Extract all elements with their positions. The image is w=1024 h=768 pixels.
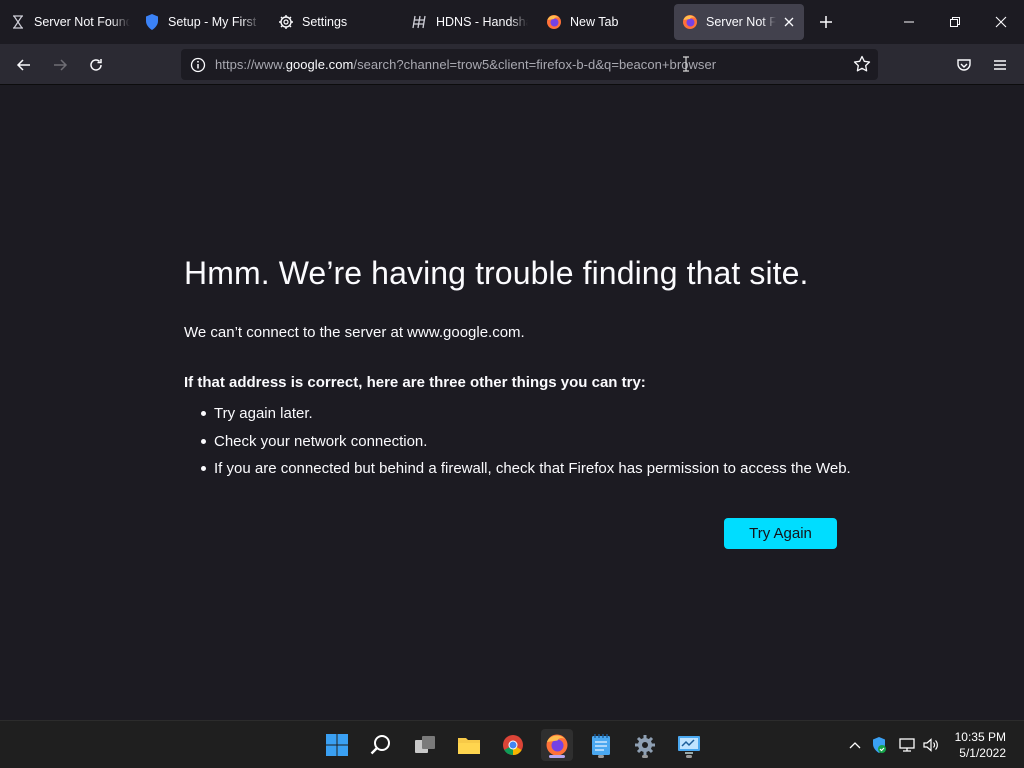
reload-icon	[90, 59, 102, 71]
list-item: Check your network connection.	[184, 433, 884, 461]
tab-setup[interactable]: Setup - My First C	[144, 4, 260, 40]
close-window-button[interactable]	[986, 8, 1016, 36]
settings-icon[interactable]	[629, 729, 661, 761]
file-explorer-icon[interactable]	[453, 729, 485, 761]
tab-new-tab[interactable]: New Tab	[546, 4, 666, 40]
reload-button[interactable]	[82, 52, 110, 78]
firefox-icon	[546, 14, 562, 30]
error-page: Hmm. We’re having trouble finding that s…	[184, 250, 884, 488]
tab-label: Settings	[302, 15, 348, 29]
list-item: Try again later.	[184, 405, 884, 433]
clock-date: 5/1/2022	[959, 746, 1006, 760]
windows-start-icon[interactable]	[321, 729, 353, 761]
menu-button[interactable]	[986, 52, 1014, 78]
chrome-icon[interactable]	[497, 729, 529, 761]
tab-strip: Server Not Found Setup - My First C Sett…	[0, 0, 1024, 44]
system-clock[interactable]: 10:35 PM 5/1/2022	[955, 729, 1006, 761]
url-prefix: https://www.	[215, 57, 286, 72]
url-host: google.com	[285, 57, 354, 72]
taskbar: 10:35 PM 5/1/2022	[0, 720, 1024, 768]
restore-button[interactable]	[940, 8, 970, 36]
back-button[interactable]	[10, 52, 38, 78]
address-bar[interactable]: https://www.google.com/search?channel=tr…	[181, 49, 878, 80]
hamburger-menu-icon	[994, 60, 1006, 70]
text-cursor-icon	[683, 56, 689, 72]
control-panel-icon[interactable]	[673, 729, 705, 761]
task-view-icon[interactable]	[409, 729, 441, 761]
security-shield-icon[interactable]	[869, 733, 889, 757]
bookmark-star-icon[interactable]	[850, 52, 874, 76]
running-app-indicator	[642, 755, 648, 758]
try-again-button[interactable]: Try Again	[724, 518, 837, 549]
forward-button[interactable]	[46, 52, 74, 78]
shield-icon	[144, 14, 160, 30]
minimize-icon	[904, 21, 914, 23]
restore-icon	[950, 17, 960, 27]
pocket-icon	[957, 59, 971, 71]
firefox-taskbar-icon[interactable]	[541, 729, 573, 761]
firefox-icon	[682, 14, 698, 30]
tab-label: Server Not Fou	[706, 15, 776, 29]
hourglass-icon	[10, 14, 26, 30]
url-path: /search?channel=trow5&client=firefox-b-d…	[353, 57, 717, 72]
back-arrow-icon	[16, 59, 30, 71]
running-app-indicator	[598, 755, 604, 758]
tab-server-not-found-active[interactable]: Server Not Fou	[674, 4, 804, 40]
suggestions-heading: If that address is correct, here are thr…	[184, 374, 646, 391]
close-icon	[995, 16, 1007, 28]
clock-time: 10:35 PM	[954, 730, 1006, 744]
running-app-indicator	[686, 755, 692, 758]
error-title: Hmm. We’re having trouble finding that s…	[184, 255, 809, 291]
network-icon[interactable]	[897, 733, 917, 757]
handshake-icon	[412, 14, 428, 30]
forward-arrow-icon	[54, 59, 68, 71]
show-hidden-icons-chevron-icon[interactable]	[845, 733, 865, 757]
close-tab-icon[interactable]	[782, 15, 796, 29]
tab-server-not-found-1[interactable]: Server Not Found	[10, 4, 130, 40]
tab-settings[interactable]: Settings	[278, 4, 398, 40]
pocket-button[interactable]	[950, 52, 978, 78]
tab-hdns[interactable]: HDNS - Handsha	[412, 4, 528, 40]
plus-icon	[820, 16, 832, 28]
navigation-toolbar: https://www.google.com/search?channel=tr…	[0, 44, 1024, 85]
volume-icon[interactable]	[921, 733, 941, 757]
tab-label: New Tab	[570, 15, 619, 29]
active-app-indicator	[549, 755, 565, 758]
tab-label: Setup - My First C	[168, 15, 260, 29]
list-item: If you are connected but behind a firewa…	[184, 460, 884, 488]
search-icon[interactable]	[365, 729, 397, 761]
error-description: We can’t connect to the server at www.go…	[184, 324, 525, 341]
info-icon[interactable]	[183, 49, 213, 80]
new-tab-button[interactable]	[814, 10, 838, 34]
suggestions-list: Try again later. Check your network conn…	[184, 405, 884, 488]
gear-icon	[278, 14, 294, 30]
url-text[interactable]: https://www.google.com/search?channel=tr…	[215, 57, 716, 72]
notepad-icon[interactable]	[585, 729, 617, 761]
minimize-button[interactable]	[894, 8, 924, 36]
tab-label: Server Not Found	[34, 15, 130, 29]
tab-label: HDNS - Handsha	[436, 15, 528, 29]
